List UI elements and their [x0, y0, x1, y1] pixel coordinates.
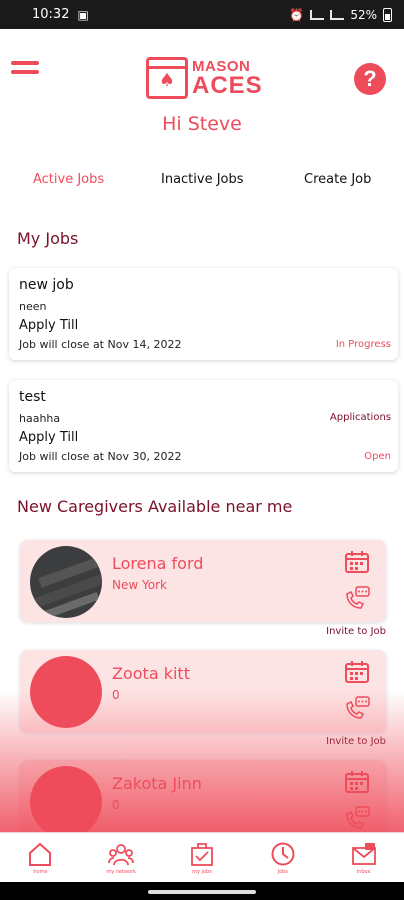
menu-icon[interactable] [11, 61, 39, 77]
tab-active-jobs[interactable]: Active Jobs [33, 172, 104, 187]
job-description: neen [19, 300, 47, 313]
network-icon [108, 843, 135, 865]
caregiver-location: 0 [112, 798, 120, 812]
home-indicator[interactable] [148, 890, 256, 894]
nav-label: Jobs [277, 868, 288, 875]
caregiver-card[interactable]: Zakota Jinn 0 [20, 760, 386, 842]
gesture-bar [0, 882, 404, 900]
status-time: 10:32 [32, 7, 70, 22]
my-jobs-title: My Jobs [17, 229, 79, 248]
job-close-date: Job will close at Nov 14, 2022 [19, 338, 182, 351]
invite-to-job-link[interactable]: Invite to Job [326, 736, 386, 747]
nav-label: my jobs [192, 868, 212, 875]
job-title: test [19, 389, 46, 405]
logo-box-icon: ♠ [146, 57, 188, 99]
job-card[interactable]: new job neen Apply Till Job will close a… [9, 268, 398, 360]
nav-my-jobs[interactable]: my jobs [162, 833, 243, 882]
nav-home[interactable]: home [0, 833, 81, 882]
nav-label: my network [106, 868, 137, 875]
caregiver-name: Zakota Jinn [112, 774, 202, 793]
job-status: Open [364, 451, 391, 462]
nav-label: Inbox [356, 868, 371, 875]
greeting-text: Hi Steve [162, 113, 242, 135]
inbox-icon [351, 842, 376, 865]
avatar [30, 546, 102, 618]
caregiver-location: New York [112, 578, 167, 592]
jobs-icon [191, 842, 213, 866]
home-icon [29, 842, 52, 866]
job-card[interactable]: test haahha Applications Apply Till Job … [9, 380, 398, 472]
invite-to-job-link[interactable]: Invite to Job [326, 626, 386, 637]
battery-icon [383, 7, 392, 22]
tab-create-job[interactable]: Create Job [304, 172, 371, 187]
nav-jobs[interactable]: Jobs [242, 833, 323, 882]
phone-chat-icon[interactable] [344, 586, 370, 610]
caregivers-title: New Caregivers Available near me [17, 497, 293, 516]
signal-icon [310, 9, 325, 20]
avatar [30, 766, 102, 838]
tab-inactive-jobs[interactable]: Inactive Jobs [161, 172, 244, 187]
status-bar: 10:32 ▣ ⏰ 52% [0, 0, 404, 29]
job-apply-label: Apply Till [19, 318, 79, 333]
app-logo: ♠ MASON ACES [146, 57, 263, 99]
job-description: haahha [19, 412, 61, 425]
job-tabs: Active Jobs Inactive Jobs Create Job [0, 172, 404, 194]
caregiver-card[interactable]: Lorena ford New York [20, 540, 386, 622]
nav-label: home [33, 868, 48, 875]
job-status: In Progress [335, 339, 391, 350]
applications-link[interactable]: Applications [330, 412, 391, 423]
alarm-icon: ⏰ [289, 7, 305, 22]
gallery-icon: ▣ [77, 7, 89, 22]
caregiver-location: 0 [112, 688, 120, 702]
app-header: ♠ MASON ACES ? Hi Steve [0, 29, 404, 149]
status-right: ⏰ 52% [289, 7, 392, 22]
caregiver-name: Lorena ford [112, 554, 204, 573]
logo-text-bottom: ACES [192, 71, 263, 99]
phone-chat-icon[interactable] [344, 806, 370, 830]
job-apply-label: Apply Till [19, 430, 79, 445]
avatar [30, 656, 102, 728]
calendar-icon[interactable] [344, 770, 370, 794]
job-title: new job [19, 277, 74, 293]
caregiver-card[interactable]: Zoota kitt 0 [20, 650, 386, 732]
help-icon[interactable]: ? [354, 63, 386, 95]
calendar-icon[interactable] [344, 660, 370, 684]
calendar-icon[interactable] [344, 550, 370, 574]
phone-chat-icon[interactable] [344, 696, 370, 720]
nav-my-network[interactable]: my network [81, 833, 162, 882]
signal-icon-2 [330, 9, 345, 20]
caregiver-name: Zoota kitt [112, 664, 190, 683]
bottom-nav: home my network my jobs Jobs Inbox [0, 832, 404, 882]
nav-inbox[interactable]: Inbox [323, 833, 404, 882]
job-close-date: Job will close at Nov 30, 2022 [19, 450, 182, 463]
clock-icon [271, 842, 295, 865]
battery-text: 52% [350, 7, 377, 22]
